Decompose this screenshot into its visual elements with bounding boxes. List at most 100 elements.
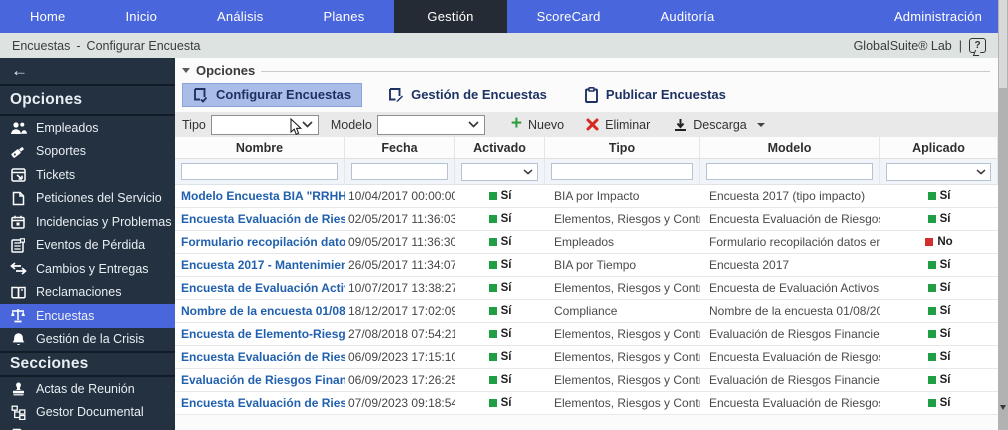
scrollbar-thumb[interactable] bbox=[999, 0, 1007, 88]
modelo-filter-select[interactable] bbox=[377, 115, 485, 135]
table-row[interactable]: Nombre de la encuesta 01/08/2017 1618/12… bbox=[175, 300, 998, 323]
table-row[interactable]: Encuesta Evaluación de Riesgos (2002/05/… bbox=[175, 208, 998, 231]
nav-item-scorecard[interactable]: ScoreCard bbox=[507, 0, 631, 33]
plus-icon: + bbox=[511, 114, 522, 133]
filter-input-modelo[interactable] bbox=[706, 163, 873, 180]
aplicado-flag-label: Sí bbox=[940, 351, 951, 363]
table-header-row: NombreFechaActivadoTipoModeloAplicado bbox=[175, 137, 998, 159]
sidebar-item-cambios-y-entregas[interactable]: Cambios y Entregas bbox=[0, 257, 175, 281]
column-header-activado[interactable]: Activado bbox=[455, 137, 545, 158]
column-header-nombre[interactable]: Nombre bbox=[175, 137, 345, 158]
nav-item-administracion[interactable]: Administración bbox=[864, 0, 998, 33]
column-header-tipo[interactable]: Tipo bbox=[545, 137, 700, 158]
table-row[interactable]: Encuesta de Evaluación Activos - Cc10/07… bbox=[175, 277, 998, 300]
yes-status-icon bbox=[928, 307, 936, 315]
help-chat-icon[interactable]: ? bbox=[969, 38, 986, 53]
survey-date: 18/12/2017 17:02:09 bbox=[345, 304, 455, 318]
nav-item-inicio[interactable]: Inicio bbox=[95, 0, 187, 33]
tab-gestion-de-encuestas[interactable]: Gestión de Encuestas bbox=[377, 83, 558, 107]
survey-name-link[interactable]: Encuesta Evaluación de Riesgos (20 bbox=[175, 212, 345, 226]
sidebar-item-gestor-documental[interactable]: Gestor Documental bbox=[0, 401, 175, 425]
survey-name-link[interactable]: Formulario recopilación datos empl bbox=[175, 235, 345, 249]
sidebar-item-reclamaciones[interactable]: Reclamaciones bbox=[0, 281, 175, 305]
sidebar-collapse-button[interactable]: ← bbox=[0, 58, 175, 86]
tab-configurar-encuestas[interactable]: Configurar Encuestas bbox=[182, 83, 362, 107]
sidebar-item-peticiones-del-servicio[interactable]: Peticiones del Servicio bbox=[0, 187, 175, 211]
tab-publicar-encuestas[interactable]: Publicar Encuestas bbox=[573, 83, 737, 107]
sidebar-item-label: Reclamaciones bbox=[36, 285, 121, 299]
survey-date: 10/07/2017 13:38:27 bbox=[345, 281, 455, 295]
table-row[interactable]: Encuesta Evaluación de Riesgos Cor06/09/… bbox=[175, 346, 998, 369]
survey-name-link[interactable]: Nombre de la encuesta 01/08/2017 16 bbox=[175, 304, 345, 318]
collapse-triangle-icon[interactable] bbox=[182, 68, 190, 73]
aplicado-flag: Sí bbox=[880, 282, 998, 294]
table-row[interactable]: Encuesta 2017 - Mantenimiento de S26/05/… bbox=[175, 254, 998, 277]
filter-cell-fecha bbox=[345, 159, 455, 184]
table-row[interactable]: Encuesta de Elemento-Riesgo-Cont27/08/20… bbox=[175, 323, 998, 346]
scrollbar-down-arrow[interactable] bbox=[1000, 405, 1006, 410]
sidebar-item-actas-de-reunion[interactable]: Actas de Reunión bbox=[0, 377, 175, 401]
filter-input-nombre[interactable] bbox=[181, 163, 338, 180]
survey-type: BIA por Tiempo bbox=[545, 258, 700, 272]
nav-item-gestion[interactable]: Gestión bbox=[394, 0, 506, 33]
sidebar-item-gestion-de-la-crisis[interactable]: Gestión de la Crisis bbox=[0, 328, 175, 352]
aplicado-flag-label: Sí bbox=[940, 328, 951, 340]
breadcrumb-separator: - bbox=[76, 39, 80, 53]
filter-select-activado[interactable] bbox=[461, 163, 538, 181]
survey-name-link[interactable]: Evaluación de Riesgos Financieros ( bbox=[175, 373, 345, 387]
descarga-button[interactable]: Descarga bbox=[674, 118, 765, 132]
aplicado-flag-label: Sí bbox=[940, 397, 951, 409]
survey-name-link[interactable]: Encuesta de Elemento-Riesgo-Cont bbox=[175, 327, 345, 341]
nav-item-auditoria[interactable]: Auditoría bbox=[631, 0, 745, 33]
eliminar-button[interactable]: Eliminar bbox=[586, 118, 650, 132]
activado-flag-label: Sí bbox=[501, 259, 512, 271]
survey-model: Encuesta 2017 (tipo impacto) bbox=[700, 189, 880, 203]
sidebar-item-tickets[interactable]: Tickets bbox=[0, 163, 175, 187]
sidebar-item-eventos-de-perdida[interactable]: Eventos de Pérdida bbox=[0, 234, 175, 258]
nav-item-analisis[interactable]: Análisis bbox=[187, 0, 293, 33]
survey-name-link[interactable]: Encuesta Evaluación de Riesgos Cor bbox=[175, 350, 345, 364]
activado-flag: Sí bbox=[455, 305, 545, 317]
back-arrow-icon: ← bbox=[11, 61, 28, 81]
survey-name-link[interactable]: Encuesta Evaluación de Riesgos Cor bbox=[175, 396, 345, 410]
vertical-scrollbar[interactable] bbox=[998, 0, 1008, 430]
sidebar-item-encuestas[interactable]: Encuestas bbox=[0, 304, 175, 328]
survey-name-link[interactable]: Encuesta de Evaluación Activos - Cc bbox=[175, 281, 345, 295]
mouse-cursor bbox=[289, 118, 304, 136]
survey-name-link[interactable]: Modelo Encuesta BIA "RRHH" bbox=[175, 189, 345, 203]
aplicado-flag: Sí bbox=[880, 259, 998, 271]
panel-title: Opciones bbox=[196, 63, 255, 78]
nav-item-home[interactable]: Home bbox=[0, 0, 95, 33]
filter-input-fecha[interactable] bbox=[351, 163, 448, 180]
survey-model: Encuesta Evaluación de Riesgos Corp bbox=[700, 350, 880, 364]
column-header-modelo[interactable]: Modelo bbox=[700, 137, 880, 158]
table-row[interactable]: Modelo Encuesta BIA "RRHH"10/04/2017 00:… bbox=[175, 185, 998, 208]
table-row[interactable]: Formulario recopilación datos empl09/05/… bbox=[175, 231, 998, 254]
table-row[interactable]: Encuesta Evaluación de Riesgos Cor07/09/… bbox=[175, 392, 998, 415]
panel-header-rule bbox=[261, 71, 990, 72]
breadcrumb-section[interactable]: Encuestas bbox=[12, 39, 70, 53]
tipo-filter-label: Tipo bbox=[182, 118, 206, 132]
column-header-fecha[interactable]: Fecha bbox=[345, 137, 455, 158]
filter-select-aplicado[interactable] bbox=[886, 163, 991, 181]
survey-model: Evaluación de Riesgos Financieros bbox=[700, 373, 880, 387]
survey-name-link[interactable]: Encuesta 2017 - Mantenimiento de S bbox=[175, 258, 345, 272]
sidebar-item-incidencias-y-problemas[interactable]: Incidencias y Problemas bbox=[0, 210, 175, 234]
sidebar-item-empleados[interactable]: Empleados bbox=[0, 116, 175, 140]
aplicado-flag: Sí bbox=[880, 305, 998, 317]
sidebar-item-partial[interactable] bbox=[0, 424, 175, 430]
breadcrumb-bar: Encuestas - Configurar Encuesta GlobalSu… bbox=[0, 33, 998, 58]
modelo-filter-label: Modelo bbox=[331, 118, 372, 132]
tab-bar: Configurar Encuestas Gestión de Encuestas… bbox=[182, 81, 737, 108]
people-icon bbox=[9, 121, 27, 135]
sidebar-item-soportes[interactable]: Soportes bbox=[0, 140, 175, 164]
aplicado-flag: Sí bbox=[880, 351, 998, 363]
survey-model: Encuesta 2017 bbox=[700, 258, 880, 272]
swap-arrows-icon bbox=[9, 262, 27, 275]
yes-status-icon bbox=[489, 399, 497, 407]
nav-item-planes[interactable]: Planes bbox=[293, 0, 394, 33]
nuevo-button[interactable]: + Nuevo bbox=[511, 116, 564, 133]
column-header-aplicado[interactable]: Aplicado bbox=[880, 137, 998, 158]
filter-input-tipo[interactable] bbox=[551, 163, 693, 180]
table-row[interactable]: Evaluación de Riesgos Financieros (06/09… bbox=[175, 369, 998, 392]
